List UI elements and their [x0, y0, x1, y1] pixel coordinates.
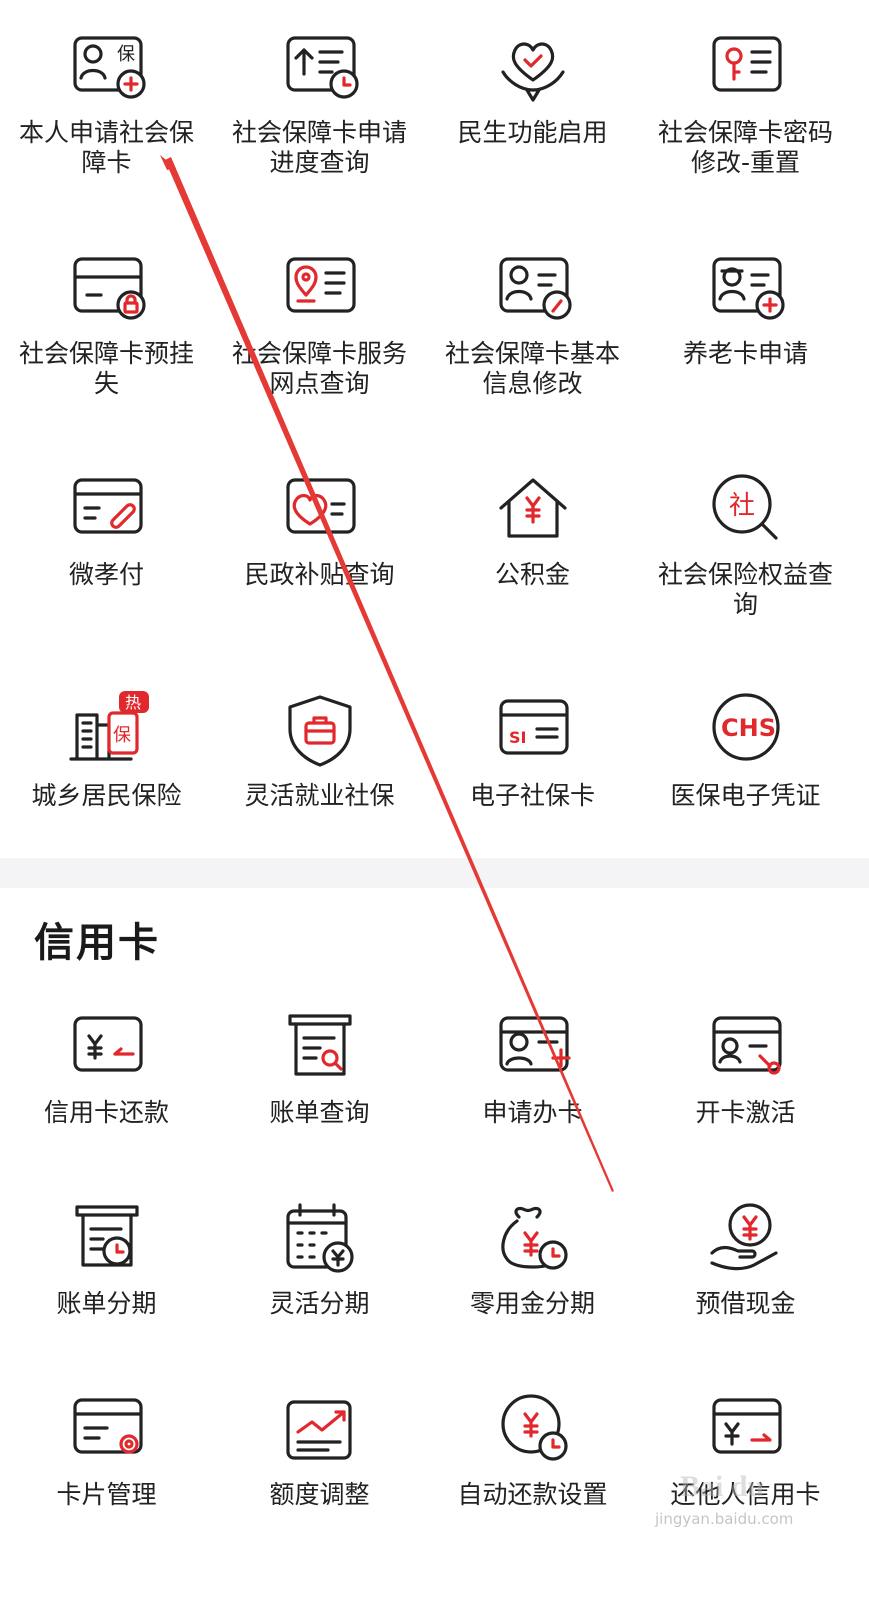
grid-item[interactable]: 社会保障卡基本 信息修改 — [426, 243, 639, 399]
heart-hand-icon — [500, 42, 565, 102]
grid-item-label: 预借现金 — [695, 1289, 796, 1318]
section-title-credit-card: 信用卡 — [34, 920, 160, 966]
si-card-icon: SI — [498, 699, 569, 755]
grid-item[interactable]: 灵活分期 — [213, 1193, 426, 1319]
card-repay-icon — [72, 1016, 143, 1072]
shield-briefcase-icon — [287, 695, 352, 767]
grid-item-label: 零用金分期 — [469, 1289, 595, 1318]
grid-item-label: 民政补贴查询 — [244, 560, 395, 589]
activate-card-icon — [711, 1016, 782, 1075]
insurance-card-add-icon: 保 — [72, 36, 146, 99]
buildings-icon: 保热 — [68, 691, 149, 761]
money-bag-icon — [500, 1206, 568, 1270]
grid-item[interactable]: 社会保障卡服务 网点查询 — [213, 243, 426, 399]
grid-item-label: 申请办卡 — [482, 1098, 583, 1127]
grid-item[interactable]: SI 电子社保卡 — [426, 685, 639, 811]
grid-item-label: 社会保险权益查 询 — [657, 560, 833, 619]
grid-item-label: 灵活分期 — [269, 1289, 370, 1318]
grid-item-label: 微孝付 — [68, 560, 144, 589]
progress-query-icon — [285, 36, 359, 99]
grid-item-label: 账单分期 — [56, 1289, 157, 1318]
grid-item[interactable]: 微孝付 — [0, 464, 213, 590]
grid-item[interactable]: 卡片管理 — [0, 1384, 213, 1510]
grid-item[interactable]: CHS 医保电子凭证 — [639, 685, 852, 811]
apply-card-icon — [498, 1016, 571, 1072]
grid-item-label: 民生功能启用 — [457, 118, 608, 147]
grid-item-label: 自动还款设置 — [457, 1480, 608, 1509]
bill-clock-icon — [74, 1205, 139, 1267]
grid-item[interactable]: 申请办卡 — [426, 1002, 639, 1128]
svg-text:CHS: CHS — [721, 714, 776, 742]
bill-search-icon — [287, 1014, 352, 1076]
card-link-icon — [72, 478, 143, 534]
coin-clock-icon — [500, 1394, 568, 1461]
grid-item[interactable]: 保本人申请社会保 障卡 — [0, 22, 213, 178]
svg-text:保: 保 — [113, 725, 131, 746]
profile-edit-icon — [498, 257, 572, 320]
svg-text:社: 社 — [729, 491, 755, 521]
chart-up-icon — [285, 1400, 352, 1460]
grid-item-label: 社会保障卡密码 修改-重置 — [657, 118, 833, 177]
grid-item[interactable]: 零用金分期 — [426, 1193, 639, 1319]
grid-item[interactable]: 社会保障卡密码 修改-重置 — [639, 22, 852, 178]
house-yuan-icon — [498, 478, 567, 538]
grid-item[interactable]: 开卡激活 — [639, 1002, 852, 1128]
grid-item[interactable]: 民政补贴查询 — [213, 464, 426, 590]
grid-item-label: 养老卡申请 — [682, 339, 808, 368]
grid-item[interactable]: 社社会保险权益查 询 — [639, 464, 852, 620]
watermark-text: jingyan.baidu.com — [655, 1510, 794, 1528]
grid-item[interactable]: 账单查询 — [213, 1002, 426, 1128]
grid-item-label: 社会保障卡服务 网点查询 — [231, 339, 407, 398]
grid-item-label: 公积金 — [494, 560, 570, 589]
grid-item-label: 本人申请社会保 障卡 — [18, 118, 194, 177]
grid-item[interactable]: 养老卡申请 — [639, 243, 852, 369]
grid-item[interactable]: 社会保障卡申请 进度查询 — [213, 22, 426, 178]
svg-text:保: 保 — [117, 44, 135, 65]
grid-item-label: 医保电子凭证 — [670, 781, 821, 810]
grid-item[interactable]: 预借现金 — [639, 1193, 852, 1319]
grid-item-label: 开卡激活 — [695, 1098, 796, 1127]
grid-item[interactable]: 账单分期 — [0, 1193, 213, 1319]
svg-text:热: 热 — [125, 693, 141, 712]
grid-item-label: 城乡居民保险 — [31, 781, 182, 810]
elder-card-add-icon — [711, 257, 785, 320]
grid-item[interactable]: 信用卡还款 — [0, 1002, 213, 1128]
section-divider — [0, 858, 869, 888]
calendar-yuan-icon — [285, 1203, 354, 1273]
grid-item-label: 社会保障卡预挂 失 — [18, 339, 194, 398]
heart-card-icon — [285, 478, 356, 534]
grid-item-label: 卡片管理 — [56, 1480, 157, 1509]
chs-icon: CHS — [711, 693, 780, 761]
grid-item-label: 电子社保卡 — [469, 781, 595, 810]
grid-item-label: 灵活就业社保 — [244, 781, 395, 810]
grid-item[interactable]: 额度调整 — [213, 1384, 426, 1510]
grid-item-label: 额度调整 — [269, 1480, 370, 1509]
key-card-icon — [711, 36, 782, 92]
location-card-icon — [285, 257, 356, 313]
grid-item[interactable]: 保热城乡居民保险 — [0, 685, 213, 811]
hand-coin-icon — [709, 1203, 778, 1271]
grid-item[interactable]: 自动还款设置 — [426, 1384, 639, 1510]
watermark-logo: Bai du — [680, 1470, 765, 1503]
card-transfer-icon — [711, 1398, 782, 1454]
grid-item[interactable]: 灵活就业社保 — [213, 685, 426, 811]
grid-item-label: 账单查询 — [269, 1098, 370, 1127]
grid-item[interactable]: 民生功能启用 — [426, 22, 639, 148]
grid-item-label: 社会保障卡基本 信息修改 — [444, 339, 620, 398]
grid-item[interactable]: 公积金 — [426, 464, 639, 590]
grid-item-label: 信用卡还款 — [43, 1098, 169, 1127]
search-she-icon: 社 — [711, 474, 778, 540]
grid-item[interactable]: 社会保障卡预挂 失 — [0, 243, 213, 399]
svg-text:SI: SI — [509, 728, 526, 747]
card-gear-icon — [72, 1398, 143, 1454]
grid-item-label: 社会保障卡申请 进度查询 — [231, 118, 407, 177]
card-lock-icon — [72, 257, 146, 320]
